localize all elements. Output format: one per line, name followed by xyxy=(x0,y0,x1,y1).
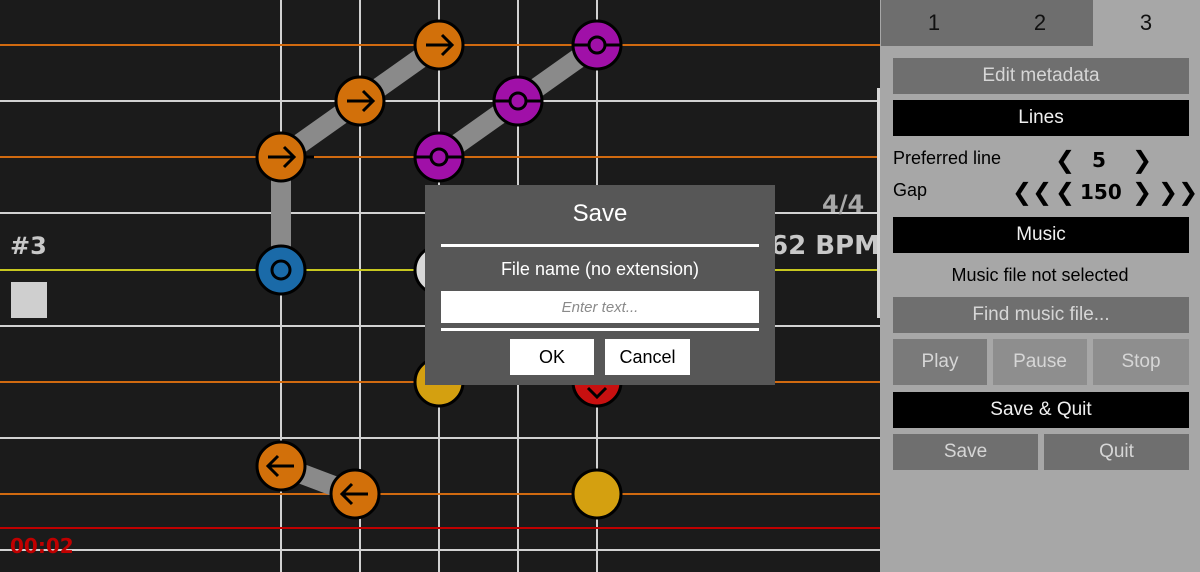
gap-increase-icon[interactable]: ❯ xyxy=(1132,178,1152,206)
file-name-input[interactable] xyxy=(441,291,759,323)
save-dialog: Save File name (no extension) OK Cancel xyxy=(425,185,775,385)
side-panel: 1 2 3 Edit metadata Lines Preferred line… xyxy=(880,0,1200,572)
note-purple[interactable] xyxy=(571,19,623,71)
time-signature: 4/4 xyxy=(822,190,865,218)
preferred-line-label: Preferred line xyxy=(893,148,1002,168)
save-and-quit-button[interactable]: Save & Quit xyxy=(893,392,1189,428)
tab-2[interactable]: 2 xyxy=(987,0,1093,46)
find-music-button[interactable]: Find music file... xyxy=(893,297,1189,333)
measure-label: #3 xyxy=(10,232,47,260)
preferred-line-increase-icon[interactable]: ❯ xyxy=(1132,146,1152,174)
gap-decrease-fast-icon[interactable]: ❮❮ xyxy=(1012,178,1052,206)
lines-header: Lines xyxy=(893,100,1189,136)
music-status: Music file not selected xyxy=(951,265,1129,285)
ok-button[interactable]: OK xyxy=(510,339,594,375)
tab-1[interactable]: 1 xyxy=(881,0,987,46)
pause-button[interactable]: Pause xyxy=(993,339,1087,385)
edit-metadata-button[interactable]: Edit metadata xyxy=(893,58,1189,94)
dialog-divider xyxy=(441,244,759,247)
arrow-left-note[interactable] xyxy=(255,440,307,492)
preferred-line-decrease-icon[interactable]: ❮ xyxy=(1055,146,1075,174)
gap-increase-fast-icon[interactable]: ❯❯ xyxy=(1158,178,1198,206)
music-header: Music xyxy=(893,217,1189,253)
note-purple[interactable] xyxy=(492,75,544,127)
note-yellow[interactable] xyxy=(571,468,623,520)
play-button[interactable]: Play xyxy=(893,339,987,385)
dialog-title: Save xyxy=(572,200,628,227)
arrow-right-note[interactable] xyxy=(334,75,386,127)
quit-button[interactable]: Quit xyxy=(1044,434,1189,470)
note-blue[interactable] xyxy=(255,244,307,296)
bpm-readout: 62 BPM xyxy=(770,231,880,261)
elapsed-time: 00:02 xyxy=(10,534,74,558)
note-purple[interactable] xyxy=(413,131,465,183)
tab-3[interactable]: 3 xyxy=(1093,0,1199,46)
square-button[interactable] xyxy=(11,282,47,318)
stop-button[interactable]: Stop xyxy=(1093,339,1189,385)
save-button[interactable]: Save xyxy=(893,434,1038,470)
file-name-label: File name (no extension) xyxy=(500,259,700,279)
arrow-right-note[interactable] xyxy=(413,19,465,71)
arrow-left-note[interactable] xyxy=(329,468,381,520)
cancel-button[interactable]: Cancel xyxy=(605,339,690,375)
dialog-divider xyxy=(441,328,759,331)
gap-value: 150 xyxy=(1080,180,1122,204)
gap-label: Gap xyxy=(893,180,928,200)
gap-decrease-icon[interactable]: ❮ xyxy=(1055,178,1075,206)
preferred-line-value: 5 xyxy=(1092,148,1106,172)
